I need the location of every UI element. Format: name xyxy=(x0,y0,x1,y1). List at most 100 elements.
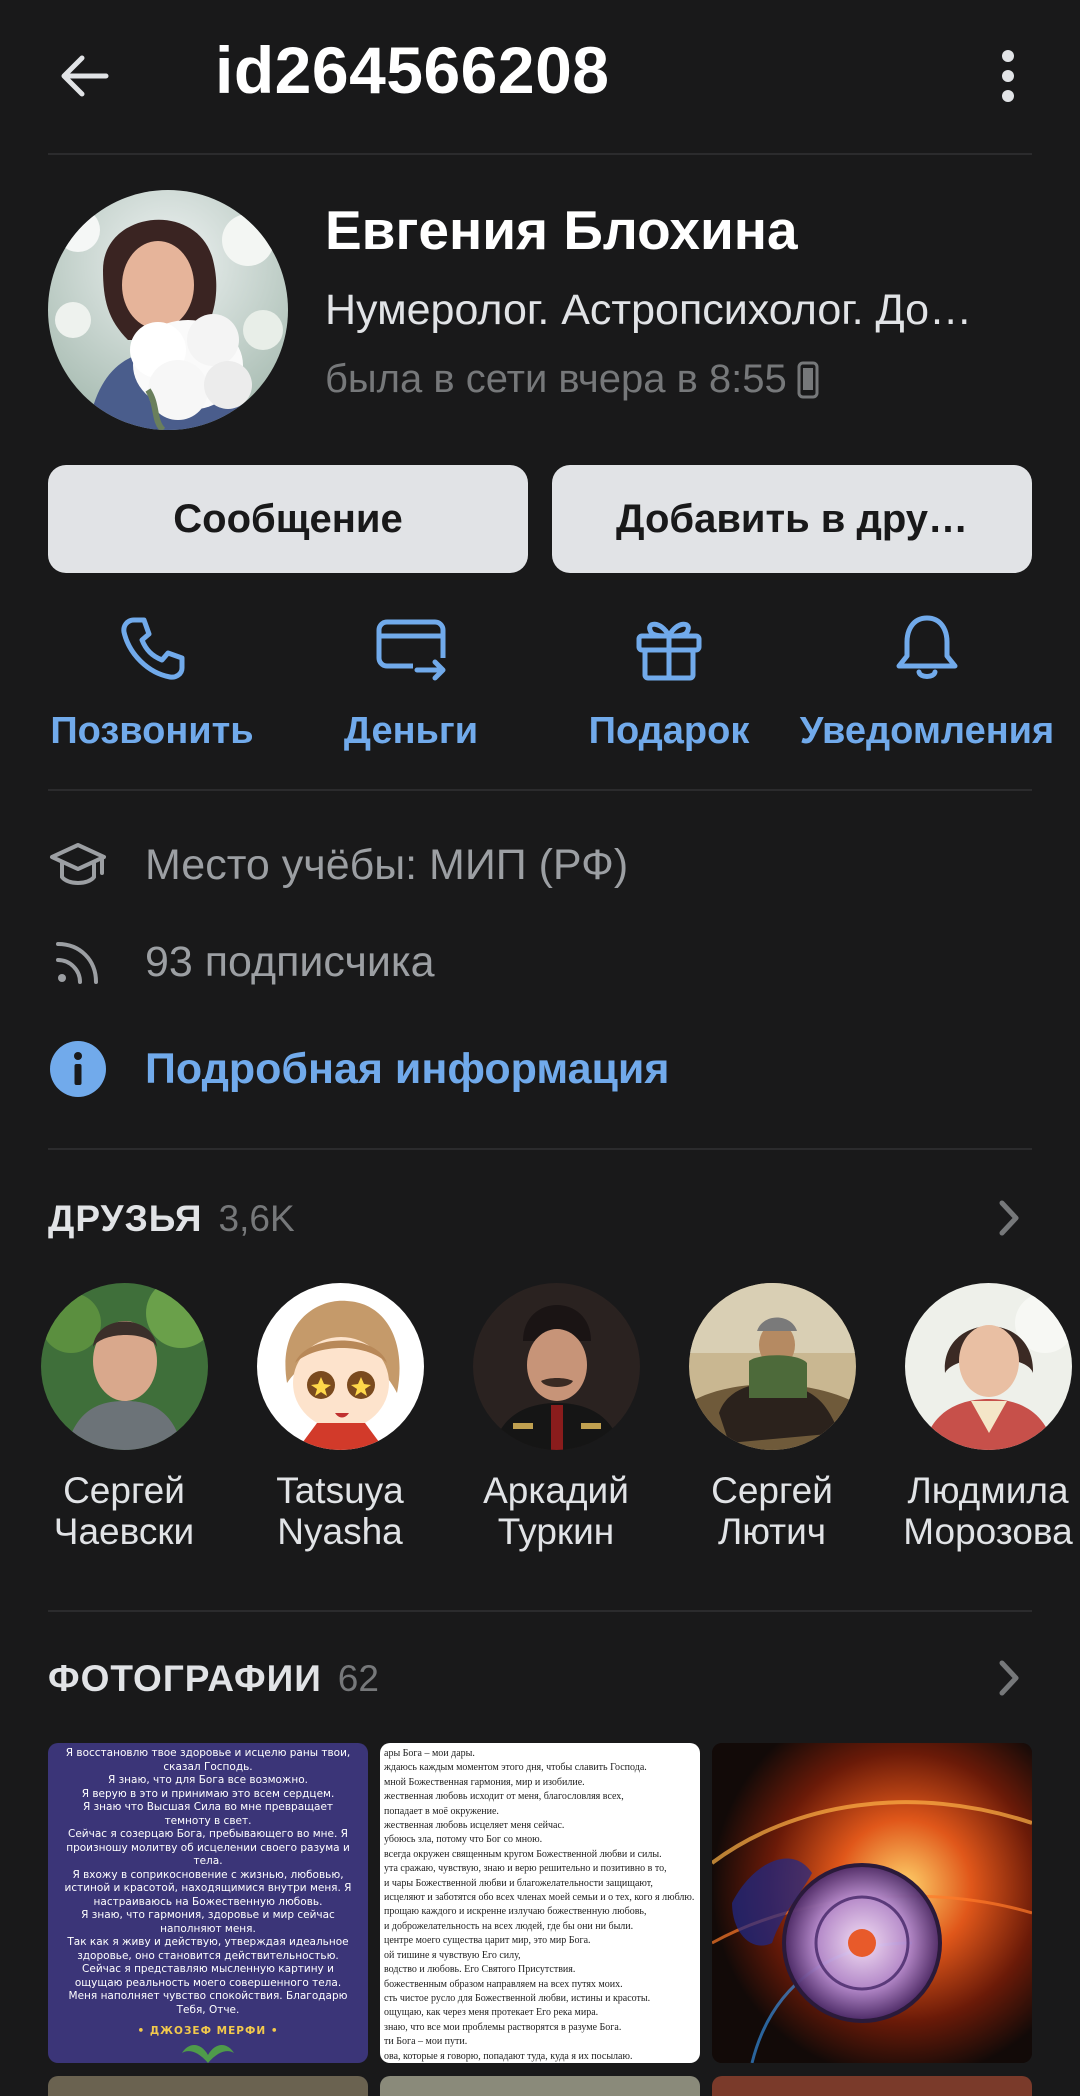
photos-chevron-right-icon[interactable] xyxy=(990,1653,1030,1703)
photo-thumbnail[interactable]: Я восстановлю твое здоровье и исцелю ран… xyxy=(48,1743,368,2063)
photo-text-line: ой тишине я чувствую Его силу, xyxy=(384,1949,521,1961)
photo-text-line: ова, которые я говорю, попадают туда, ку… xyxy=(384,2050,633,2062)
photo-text-line: Сейчас я представляю мысленную картину и xyxy=(82,1963,334,1975)
gift-action[interactable]: Подарок xyxy=(541,610,797,760)
friends-section-header[interactable]: ДРУЗЬЯ 3,6K xyxy=(48,1198,295,1240)
photo-text-line: Тебя, Отче. xyxy=(176,2003,240,2016)
photo-text-line: наполняют меня. xyxy=(160,1922,256,1935)
friend-item[interactable]: Людмила Морозова xyxy=(888,1283,1080,1552)
photo-text-line: прощаю каждого и искренне излучаю божест… xyxy=(384,1906,647,1918)
leaf-decoration-icon xyxy=(182,2045,234,2063)
friends-chevron-right-icon[interactable] xyxy=(990,1193,1030,1243)
photo-thumbnail-partial[interactable] xyxy=(48,2076,368,2096)
photo-text-line: ждаюсь каждым моментом этого дня, чтобы … xyxy=(384,1762,647,1774)
photo-text: Я восстановлю твое здоровье и исцелю ран… xyxy=(48,1743,368,2017)
photo-text-line: жественная любовь исходит от меня, благо… xyxy=(384,1791,624,1803)
more-vertical-icon xyxy=(1002,50,1014,102)
friend-name: Сергей Чаевски xyxy=(53,1470,195,1552)
photo-text-line: настраиваюсь на Божественную любовь. xyxy=(93,1895,323,1908)
notifications-label: Уведомления xyxy=(799,710,1055,752)
photo-text-line: знаю, что все мои проблемы растворятся в… xyxy=(384,2021,622,2033)
page-title: id264566208 xyxy=(215,33,610,107)
photo-text-line: истиной и красотой, находящимися внутри … xyxy=(64,1882,352,1894)
friend-name: Сергей Лютич xyxy=(711,1470,833,1552)
money-transfer-icon xyxy=(376,619,447,681)
last-seen-text: была в сети вчера в 8:55 xyxy=(325,357,787,401)
header-divider xyxy=(48,153,1032,155)
photo-text-line: Я восстановлю твое здоровье и исцелю ран… xyxy=(65,1747,351,1759)
photo-text-line: и доброжелательность на всех людей, где … xyxy=(384,1920,634,1932)
friend-item[interactable]: Tatsuya Nyasha xyxy=(240,1283,440,1552)
friends-count: 3,6K xyxy=(218,1198,295,1239)
photo-text-line: Я вхожу в соприкосновение с жизнью, любо… xyxy=(72,1868,344,1881)
details-link-row[interactable]: Подробная информация xyxy=(48,1039,669,1099)
photo-thumbnail[interactable]: ары Бога – мои дары. ждаюсь каждым момент… xyxy=(380,1743,700,2063)
bell-icon xyxy=(896,615,958,679)
photo-text-line: здоровье, оно становится действительност… xyxy=(77,1949,339,1962)
photo-thumbnail-partial[interactable] xyxy=(712,2076,1032,2096)
photo-text-line: ти Бога – мои пути. xyxy=(384,2036,468,2048)
friend-item[interactable]: Сергей Лютич xyxy=(672,1283,872,1552)
photo-text-line: Я верую в это и принимаю это всем сердце… xyxy=(81,1787,335,1800)
online-status: была в сети вчера в 8:55 xyxy=(325,357,819,402)
friends-divider xyxy=(48,1610,1032,1612)
notifications-action[interactable]: Уведомления xyxy=(799,610,1055,760)
photo-thumbnail[interactable] xyxy=(712,1743,1032,2063)
friend-avatar xyxy=(40,1283,208,1450)
photo-text-line: исцеляют и заботятся обо всех членах мое… xyxy=(384,1892,695,1904)
details-link[interactable]: Подробная информация xyxy=(145,1045,669,1094)
photos-count: 62 xyxy=(337,1658,379,1699)
photo-text-line: произношу молитву об исцелении своего ра… xyxy=(66,1841,350,1854)
money-action[interactable]: Деньги xyxy=(283,610,539,760)
more-options-button[interactable] xyxy=(972,40,1044,112)
rss-followers-icon xyxy=(56,942,98,984)
friend-avatar xyxy=(904,1283,1072,1450)
photo-text-line: убоюсь зла, потому что Бог со мною. xyxy=(384,1834,543,1846)
profile-status[interactable]: Нумеролог. Астропсихолог. До… xyxy=(325,286,1025,335)
friend-name: Людмила Морозова xyxy=(903,1470,1073,1552)
photo-text-line: ощущаю, как через меня протекает Его рек… xyxy=(384,2007,599,2019)
money-label: Деньги xyxy=(343,710,479,752)
friend-avatar xyxy=(256,1283,424,1450)
friend-name: Tatsuya Nyasha xyxy=(276,1470,404,1552)
phone-icon xyxy=(121,617,185,680)
photo-text-line: Сейчас я созерцаю Бога, пребывающего во … xyxy=(68,1828,348,1840)
friend-avatar xyxy=(688,1283,856,1450)
photos-section-header[interactable]: ФОТОГРАФИИ 62 xyxy=(48,1658,379,1700)
photo-text: ары Бога – мои дары. ждаюсь каждым момент… xyxy=(380,1743,700,2063)
photo-text-line: центре моего существа царит мир, это мир… xyxy=(384,1935,591,1947)
gift-label: Подарок xyxy=(588,710,750,752)
info-divider xyxy=(48,1148,1032,1150)
photo-text-line: мной Божественная гармония, мир и изобил… xyxy=(384,1776,585,1788)
call-action[interactable]: Позвонить xyxy=(24,610,280,760)
photo-text-line: Я знаю, что гармония, здоровье и мир сей… xyxy=(81,1909,335,1921)
profile-avatar[interactable] xyxy=(48,190,288,430)
photo-text-line: Я знаю что Высшая Сила во мне превращает xyxy=(82,1801,334,1813)
photo-text-line: Так как я живу и действую, утверждая иде… xyxy=(67,1936,349,1948)
followers-row[interactable]: 93 подписчика xyxy=(48,932,435,992)
photo-text-line: сть чистое русло для Божественной любви,… xyxy=(384,1992,651,2004)
photo-text-line: попадает в моё окружение. xyxy=(384,1805,499,1817)
followers-text: 93 подписчика xyxy=(145,937,435,986)
friend-name: Аркадий Туркин xyxy=(483,1470,629,1552)
friend-item[interactable]: Сергей Чаевски xyxy=(24,1283,224,1552)
photo-text-line: тела. xyxy=(193,1855,223,1867)
photo-text-line: божественным образом направляем на всех … xyxy=(384,1978,623,1990)
profile-name: Евгения Блохина xyxy=(325,199,798,261)
call-label: Позвонить xyxy=(50,710,254,752)
gift-icon xyxy=(636,621,702,681)
education-row: Место учёбы: МИП (РФ) xyxy=(48,835,628,895)
friend-item[interactable]: Аркадий Туркин xyxy=(456,1283,656,1552)
actions-divider xyxy=(48,789,1032,791)
photo-text-line: жественная любовь исцеляет меня сейчас. xyxy=(384,1820,565,1832)
mobile-device-icon xyxy=(797,361,819,398)
back-button[interactable] xyxy=(48,40,120,112)
photo-text-line: всегда окружен священным кругом Божестве… xyxy=(384,1848,662,1860)
photo-text-line: темноту в свет. xyxy=(164,1814,252,1827)
arrow-left-icon xyxy=(61,55,109,97)
photo-text-line: ощущаю реальность моего совершенного тел… xyxy=(74,1976,342,1989)
add-friend-button[interactable]: Добавить в дру… xyxy=(552,465,1032,573)
graduation-cap-icon xyxy=(50,843,106,885)
photo-thumbnail-partial[interactable] xyxy=(380,2076,700,2096)
message-button[interactable]: Сообщение xyxy=(48,465,528,573)
